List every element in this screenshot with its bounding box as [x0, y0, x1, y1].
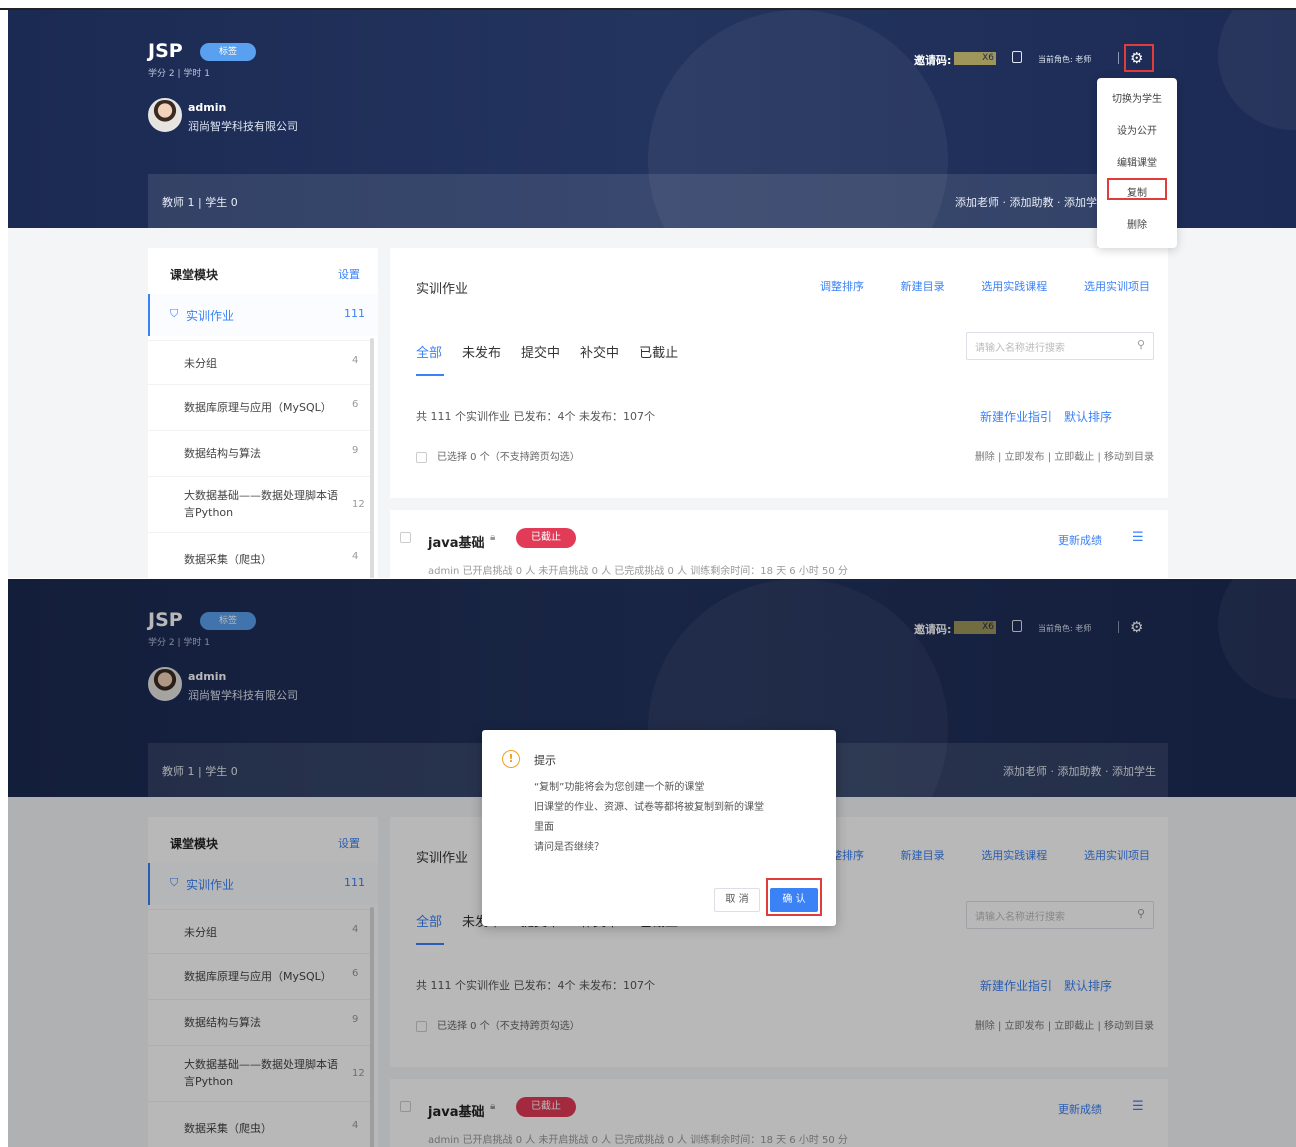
avatar — [148, 98, 182, 132]
warning-icon: ! — [502, 750, 520, 768]
guide-link[interactable]: 新建作业指引 — [980, 408, 1052, 425]
gear-icon[interactable]: ⚙ — [1130, 49, 1143, 67]
module-sidebar: 课堂模块 设置 ⛉ 实训作业 111 未分组 4 数据库原理与应用（MySQL）… — [148, 248, 378, 578]
invite-code: X6 — [954, 52, 996, 65]
menu-item-switch-student[interactable]: 切换为学生 — [1097, 90, 1177, 105]
dialog-line: 请问是否继续？ — [534, 842, 604, 853]
cancel-button[interactable]: 取 消 — [714, 888, 760, 912]
main-content: 实训作业 调整排序 新建目录 选用实践课程 选用实训项目 全部 未发布 提交中 … — [390, 248, 1168, 498]
sidebar-item-active[interactable]: ⛉ 实训作业 111 — [148, 294, 378, 336]
shield-icon: ⛉ — [170, 307, 179, 320]
sidebar-title: 课堂模块 — [170, 268, 219, 282]
confirm-dialog: ! 提示 “复制”功能将会为您创建一个新的课堂 旧课堂的作业、资源、试卷等都将被… — [482, 730, 836, 926]
sidebar-item-count: 4 — [352, 355, 359, 366]
search-input[interactable]: 请输入名称进行搜索 ⚲ — [966, 332, 1154, 360]
sidebar-item-label: 数据结构与算法 — [184, 447, 261, 460]
copy-icon[interactable] — [1012, 51, 1022, 63]
invite-label: 邀请码: — [914, 54, 952, 67]
tab-submitting[interactable]: 提交中 — [521, 342, 560, 361]
new-folder-link[interactable]: 新建目录 — [901, 278, 945, 294]
role-text: 当前角色: 老师 — [1038, 55, 1092, 64]
search-icon[interactable]: ⚲ — [1137, 338, 1145, 351]
assignment-card: java基础 🔒︎ 已截止 更新成绩 ☰ admin 已开启挑战 0 人 未开启… — [390, 510, 1168, 578]
assignment-checkbox[interactable] — [400, 532, 411, 543]
update-score-link[interactable]: 更新成绩 — [1058, 532, 1102, 548]
batch-actions[interactable]: 删除 | 立即发布 | 立即截止 | 移动到目录 — [975, 448, 1154, 463]
select-project-link[interactable]: 选用实训项目 — [1084, 278, 1150, 294]
sidebar-item-label: 实训作业 — [186, 309, 235, 323]
tab-underline — [416, 374, 444, 376]
tab-late-submit[interactable]: 补交中 — [580, 342, 619, 361]
dialog-line: “复制”功能将会为您创建一个新的课堂 — [534, 782, 705, 793]
menu-item-delete[interactable]: 删除 — [1097, 216, 1177, 231]
member-actions[interactable]: 添加老师 · 添加助教 · 添加学生 — [955, 194, 1108, 210]
lock-icon: 🔒︎ — [490, 532, 496, 543]
dialog-title: 提示 — [534, 754, 556, 767]
course-badge: 标签 — [200, 43, 256, 61]
menu-item-set-public[interactable]: 设为公开 — [1097, 122, 1177, 137]
menu-icon[interactable]: ☰ — [1132, 530, 1144, 545]
sidebar-item[interactable]: 数据库原理与应用（MySQL） 6 — [148, 384, 370, 430]
sidebar-item-count: 9 — [352, 445, 359, 456]
header-links: 调整排序 新建目录 选用实践课程 选用实训项目 — [820, 278, 1150, 294]
screenshot-panel-2: JSP 标签 学分 2 | 学时 1 admin 润尚智学科技有限公司 邀请码:… — [8, 579, 1296, 1147]
dialog-message: “复制”功能将会为您创建一个新的课堂 旧课堂的作业、资源、试卷等都将被复制到新的… — [534, 778, 824, 858]
select-all-checkbox[interactable] — [416, 451, 427, 463]
sidebar-item-count: 4 — [352, 551, 359, 562]
decor-circle — [1218, 10, 1296, 130]
page-title: 实训作业 — [416, 282, 469, 297]
menu-item-edit[interactable]: 编辑课堂 — [1097, 154, 1177, 169]
reorder-link[interactable]: 调整排序 — [820, 278, 864, 294]
sidebar-scrollbar[interactable] — [370, 338, 374, 578]
sidebar-item-label: 大数据基础——数据处理脚本语言Python — [184, 489, 338, 519]
settings-dropdown: 切换为学生 设为公开 编辑课堂 复制 删除 — [1097, 78, 1177, 248]
dialog-line: 里面 — [534, 822, 554, 833]
confirm-button[interactable]: 确 认 — [770, 888, 818, 912]
menu-item-copy[interactable]: 复制 — [1097, 184, 1177, 199]
tab-ended[interactable]: 已截止 — [639, 342, 678, 361]
sidebar-item-label: 数据库原理与应用（MySQL） — [184, 401, 332, 414]
assignment-title[interactable]: java基础 — [428, 532, 484, 551]
summary-text: 共 111 个实训作业 已发布：4个 未发布：107个 — [416, 410, 655, 423]
status-badge: 已截止 — [516, 528, 576, 548]
stats-bar: 教师 1 | 学生 0 添加老师 · 添加助教 · 添加学生 — [148, 174, 1168, 228]
status-tabs: 全部 未发布 提交中 补交中 已截止 — [416, 342, 678, 361]
sidebar-item-count: 12 — [352, 499, 365, 510]
screenshot-panel-1: JSP 标签 学分 2 | 学时 1 admin 润尚智学科技有限公司 邀请码:… — [8, 10, 1296, 578]
select-course-link[interactable]: 选用实践课程 — [981, 278, 1047, 294]
user-name: admin — [188, 101, 227, 114]
course-title: JSP — [148, 40, 183, 62]
search-placeholder: 请输入名称进行搜索 — [975, 343, 1065, 354]
selection-row: 已选择 0 个（不支持跨页勾选） 删除 | 立即发布 | 立即截止 | 移动到目… — [416, 448, 1154, 463]
sidebar-settings-link[interactable]: 设置 — [338, 266, 360, 282]
sidebar-item-count: 111 — [344, 307, 365, 320]
member-stats: 教师 1 | 学生 0 — [162, 196, 238, 209]
sort-dropdown[interactable]: 默认排序 — [1064, 408, 1112, 425]
user-org: 润尚智学科技有限公司 — [188, 120, 298, 133]
sidebar-item[interactable]: 大数据基础——数据处理脚本语言Python 12 — [148, 476, 370, 532]
dialog-line: 旧课堂的作业、资源、试卷等都将被复制到新的课堂 — [534, 802, 764, 813]
assignment-meta: admin 已开启挑战 0 人 未开启挑战 0 人 已完成挑战 0 人 训练剩余… — [428, 566, 848, 577]
divider — [1118, 52, 1119, 64]
sidebar-item[interactable]: 数据结构与算法 9 — [148, 430, 370, 476]
course-meta: 学分 2 | 学时 1 — [148, 69, 210, 79]
sidebar-item-label: 数据采集（爬虫） — [184, 553, 272, 566]
sidebar-item[interactable]: 未分组 4 — [148, 340, 370, 384]
sidebar-item[interactable]: 数据采集（爬虫） 4 — [148, 532, 370, 578]
sidebar-item-label: 未分组 — [184, 357, 217, 370]
tab-unpublished[interactable]: 未发布 — [462, 342, 501, 361]
secondary-links: 新建作业指引 默认排序 — [980, 408, 1112, 425]
selected-count: 已选择 0 个（不支持跨页勾选） — [437, 452, 580, 463]
tab-all[interactable]: 全部 — [416, 342, 442, 361]
sidebar-item-count: 6 — [352, 399, 359, 410]
